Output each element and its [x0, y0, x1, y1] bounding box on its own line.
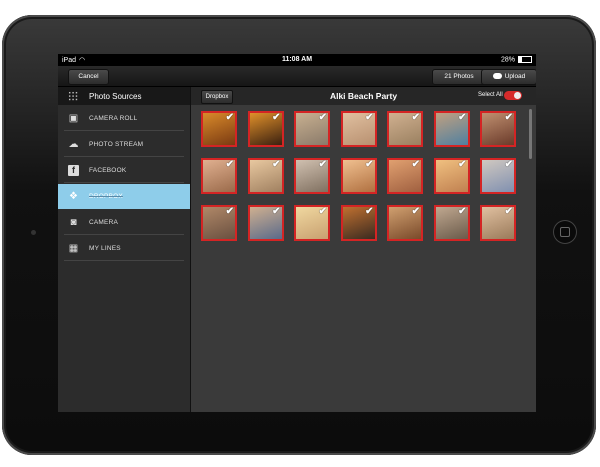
checkmark-icon: ✔ [411, 206, 420, 217]
checkmark-icon: ✔ [272, 159, 281, 170]
photo-thumbnail[interactable]: ✔ [387, 111, 423, 147]
image-icon: ▣ [68, 113, 79, 124]
sidebar-item-camera-roll[interactable]: ▣ CAMERA ROLL [58, 106, 190, 131]
status-bar: iPad ◠ 11:08 AM 28% [58, 54, 536, 66]
battery-percent: 28% [500, 56, 515, 64]
photo-thumbnail[interactable]: ✔ [387, 205, 423, 241]
facebook-icon: f [68, 165, 79, 176]
photo-thumbnail[interactable]: ✔ [480, 158, 516, 194]
sidebar-item-label: PHOTO STREAM [89, 141, 144, 148]
divider [64, 234, 184, 235]
photo-thumbnail[interactable]: ✔ [433, 111, 470, 147]
sidebar-item-dropbox[interactable]: ❖ DROPBOX [58, 184, 190, 209]
dropbox-icon: ❖ [69, 191, 78, 202]
checkmark-icon: ✔ [504, 159, 513, 170]
sidebar-item-camera[interactable]: ◙ CAMERA [58, 210, 190, 235]
sidebar-item-photo-stream[interactable]: ☁ PHOTO STREAM [58, 132, 190, 157]
checkmark-icon: ✔ [272, 112, 281, 123]
photo-thumbnail[interactable]: ✔ [201, 205, 237, 241]
layout-icon: ▦ [68, 243, 79, 254]
photos-count-button[interactable]: 21 Photos [432, 69, 486, 85]
photo-thumbnail[interactable]: ✔ [294, 158, 330, 194]
album-header: Dropbox Alki Beach Party Select All [191, 87, 536, 105]
divider [64, 260, 184, 261]
checkmark-icon: ✔ [365, 159, 374, 170]
upload-button[interactable]: Upload [481, 69, 536, 85]
checkmark-icon: ✔ [411, 112, 420, 123]
divider [64, 156, 184, 157]
checkmark-icon: ✔ [225, 112, 234, 123]
photo-sources-sidebar: Photo Sources ▣ CAMERA ROLL ☁ PHOTO STRE… [58, 87, 191, 412]
sidebar-item-my-lines[interactable]: ▦ MY LINES [58, 236, 190, 261]
cloud-upload-icon [492, 73, 502, 80]
sidebar-item-label: MY LINES [89, 245, 121, 252]
photo-thumbnail[interactable]: ✔ [201, 158, 237, 194]
photo-thumbnail[interactable]: ✔ [294, 205, 330, 241]
checkmark-icon: ✔ [318, 206, 327, 217]
front-camera [31, 230, 36, 235]
camera-icon: ◙ [70, 217, 77, 228]
checkmark-icon: ✔ [365, 112, 374, 123]
album-panel: Dropbox Alki Beach Party Select All ✔ ✔ ✔ ✔… [191, 87, 536, 412]
sidebar-header: Photo Sources [58, 87, 190, 105]
checkmark-icon: ✔ [411, 159, 420, 170]
checkmark-icon: ✔ [504, 112, 513, 123]
sidebar-item-facebook[interactable]: f FACEBOOK [58, 158, 190, 183]
photo-thumbnail[interactable]: ✔ [340, 158, 377, 194]
checkmark-icon: ✔ [225, 159, 234, 170]
photo-thumbnail[interactable]: ✔ [433, 205, 470, 241]
battery-indicator: 28% [501, 56, 532, 63]
checkmark-icon: ✔ [504, 206, 513, 217]
checkmark-icon: ✔ [365, 206, 374, 217]
sidebar-item-label: FACEBOOK [89, 167, 127, 174]
checkmark-icon: ✔ [458, 159, 467, 170]
battery-icon [518, 56, 532, 63]
checkmark-icon: ✔ [272, 206, 281, 217]
top-toolbar: Cancel 21 Photos Upload [58, 66, 536, 87]
home-button[interactable] [553, 220, 577, 244]
photo-thumbnail[interactable]: ✔ [340, 111, 377, 147]
checkmark-icon: ✔ [458, 112, 467, 123]
divider [64, 182, 184, 183]
photo-thumbnail[interactable]: ✔ [433, 158, 470, 194]
photo-thumbnail[interactable]: ✔ [480, 205, 516, 241]
photo-thumbnail[interactable]: ✔ [201, 111, 237, 147]
select-all-label: Select All [478, 92, 503, 98]
grid-icon [68, 91, 78, 101]
sidebar-title: Photo Sources [89, 92, 142, 101]
photo-thumbnail[interactable]: ✔ [247, 205, 284, 241]
photo-thumbnail[interactable]: ✔ [247, 111, 284, 147]
cancel-button[interactable]: Cancel [68, 69, 109, 85]
sidebar-item-label: CAMERA ROLL [89, 115, 138, 122]
checkmark-icon: ✔ [318, 112, 327, 123]
photo-thumbnail[interactable]: ✔ [247, 158, 284, 194]
sidebar-item-label: DROPBOX [89, 193, 123, 200]
upload-label: Upload [504, 73, 526, 80]
select-all-toggle[interactable] [504, 91, 522, 100]
photo-thumbnail[interactable]: ✔ [340, 205, 377, 241]
clock: 11:08 AM [281, 56, 313, 63]
checkmark-icon: ✔ [318, 159, 327, 170]
cloud-icon: ☁ [68, 139, 79, 150]
checkmark-icon: ✔ [225, 206, 234, 217]
photo-thumbnail[interactable]: ✔ [480, 111, 516, 147]
divider [64, 130, 184, 131]
app-screen: iPad ◠ 11:08 AM 28% Cancel 21 Photos Uplo… [58, 54, 536, 412]
checkmark-icon: ✔ [458, 206, 467, 217]
sidebar-item-label: CAMERA [89, 219, 119, 226]
photo-thumbnail[interactable]: ✔ [387, 158, 423, 194]
photo-thumbnail[interactable]: ✔ [294, 111, 330, 147]
scrollbar[interactable] [529, 109, 532, 159]
